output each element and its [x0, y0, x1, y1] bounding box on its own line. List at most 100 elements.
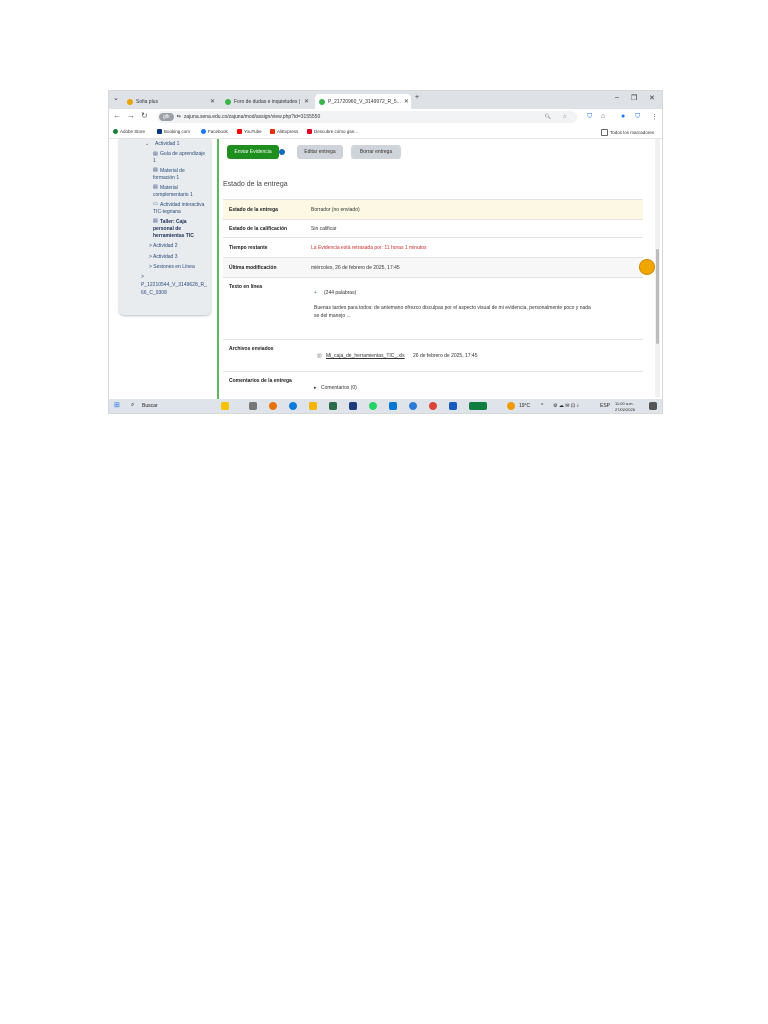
- reload-icon[interactable]: ↻: [141, 111, 148, 120]
- tray-icons[interactable]: ⚙ ☁ ✉ ⊡ ♪: [553, 403, 579, 409]
- sidebar-item-sesiones[interactable]: > Sesiones en Línea: [149, 264, 195, 270]
- sidebar-item-course-chevron[interactable]: >: [141, 274, 144, 280]
- edge-icon[interactable]: [289, 402, 297, 410]
- sidebar-item-guia-2[interactable]: 1: [153, 158, 156, 164]
- task-view-icon[interactable]: [249, 402, 257, 410]
- close-icon[interactable]: ✕: [210, 98, 215, 105]
- profile-chip[interactable]: gfk: [159, 113, 174, 121]
- edit-submission-button[interactable]: Editar entrega: [297, 145, 343, 159]
- sidebar-item-course[interactable]: P_12210544_V_3149628_R_: [141, 282, 207, 288]
- mail-icon[interactable]: [389, 402, 397, 410]
- file-date: 26 de febrero de 2025, 17:45: [413, 353, 478, 359]
- copilot-icon[interactable]: [221, 402, 229, 410]
- sidebar-item-actividad-2[interactable]: > Actividad 2: [149, 243, 178, 249]
- clock-date[interactable]: 27/02/2025: [615, 407, 635, 412]
- tab-sofia-plus[interactable]: Sofia plus ✕: [123, 94, 219, 109]
- sidebar-item-material-2[interactable]: formación 1: [153, 175, 179, 181]
- taskbar-search-label[interactable]: Buscar: [142, 403, 158, 409]
- bookmark-item[interactable]: Adobe Store: [113, 129, 145, 134]
- row-label: Estado de la entrega: [229, 207, 278, 213]
- sidebar-item-actividad-3[interactable]: > Actividad 3: [149, 254, 178, 260]
- app-l-icon[interactable]: [349, 402, 357, 410]
- store-icon[interactable]: [329, 402, 337, 410]
- help-icon[interactable]: [279, 149, 285, 155]
- sidebar-item-complementario[interactable]: Material: [160, 185, 178, 191]
- url-bar[interactable]: gfk ⇆ zajuna.sena.edu.co/zajuna/mod/assi…: [157, 111, 577, 123]
- bookmark-item[interactable]: YouTube: [237, 129, 262, 134]
- app-icon[interactable]: [269, 402, 277, 410]
- new-tab-button[interactable]: +: [415, 94, 419, 101]
- online-text-preview-2: se del manejo ...: [314, 313, 351, 319]
- bookmark-item[interactable]: Booking.com: [157, 129, 190, 134]
- sidebar-item-interactiva-2[interactable]: TIC-tegriana: [153, 209, 181, 215]
- minimize-icon[interactable]: –: [615, 94, 619, 101]
- shield-icon[interactable]: ⛉: [587, 113, 592, 121]
- page-scrollbar[interactable]: [655, 139, 660, 397]
- sidebar-item-taller[interactable]: Taller: Caja: [160, 219, 187, 225]
- windows-start-icon[interactable]: ⊞: [114, 401, 120, 409]
- sidebar-item-complementario-2[interactable]: complementario 1: [153, 192, 193, 198]
- sidebar-item-course-2[interactable]: 66_C_9308: [141, 290, 167, 296]
- back-icon[interactable]: ←: [113, 111, 121, 120]
- file-explorer-icon[interactable]: [309, 402, 317, 410]
- bookmark-item[interactable]: AliExpress: [270, 129, 298, 134]
- tab-search-icon[interactable]: ⌄: [113, 94, 119, 102]
- sidebar-item-guia[interactable]: Guía de aprendizaje: [160, 151, 205, 157]
- chat-bubble-icon[interactable]: [639, 259, 655, 275]
- close-icon[interactable]: ✕: [304, 98, 309, 105]
- tab-assignment[interactable]: P_21720960_V_3149972_R_5... ✕: [315, 94, 411, 109]
- vpn-icon[interactable]: ⛉: [635, 113, 640, 121]
- bookmark-label: Facebook: [208, 129, 228, 134]
- site-info-icon[interactable]: ⇆: [177, 114, 181, 120]
- app-icon[interactable]: [409, 402, 417, 410]
- bookmark-star-icon[interactable]: ☆: [563, 114, 567, 120]
- page-content: Actividad 1 ⌄ ▤ Guía de aprendizaje 1 ▤ …: [109, 139, 662, 399]
- bookmark-item[interactable]: Descubre cómo gan...: [307, 129, 358, 134]
- bookmarks-bar: Adobe Store Booking.com Facebook YouTube…: [109, 126, 662, 139]
- window-close-icon[interactable]: ✕: [649, 94, 655, 102]
- expand-icon[interactable]: +: [314, 290, 317, 296]
- chevron-down-icon[interactable]: ⌄: [145, 141, 149, 147]
- language-indicator[interactable]: ESP: [600, 403, 610, 409]
- zoom-icon[interactable]: 🔍︎: [545, 114, 551, 120]
- tab-foro[interactable]: Foro de dudas e inquietudes | ✕: [221, 94, 313, 109]
- close-icon[interactable]: ✕: [404, 98, 409, 105]
- restore-icon[interactable]: ❐: [631, 94, 637, 102]
- menu-icon[interactable]: ⋮: [651, 113, 658, 121]
- late-warning-text: La Evidencia está retrasada por: 11 hora…: [311, 245, 427, 251]
- bookmark-item[interactable]: Facebook: [201, 129, 228, 134]
- extensions-icon[interactable]: ⌂: [601, 113, 605, 120]
- excel-icon[interactable]: [469, 402, 487, 410]
- clock-time[interactable]: 11:00 a.m.: [615, 401, 634, 406]
- all-bookmarks[interactable]: Todos los marcadores: [601, 129, 654, 136]
- forward-icon[interactable]: →: [127, 111, 135, 120]
- submit-evidence-button[interactable]: Enviar Evidencia: [227, 145, 279, 159]
- submitted-file-link[interactable]: Mi_caja_de_herramientas_TIC_.xls: [326, 353, 405, 359]
- sidebar-item-interactiva[interactable]: Actividad interactiva: [160, 202, 204, 208]
- folder-icon: [601, 129, 608, 136]
- search-icon[interactable]: ⌕: [131, 402, 134, 409]
- tray-chevron-icon[interactable]: ^: [541, 403, 543, 409]
- interactive-icon: ▭: [153, 201, 158, 207]
- notifications-icon[interactable]: [649, 402, 657, 410]
- file-icon: ▥: [317, 353, 322, 359]
- whatsapp-icon[interactable]: [369, 402, 377, 410]
- screenshot-frame: ⌄ Sofia plus ✕ Foro de dudas e inquietud…: [108, 90, 663, 414]
- sidebar-item-taller-2[interactable]: personal de: [153, 226, 181, 232]
- table-row: Estado de la entrega Borrador (no enviad…: [223, 199, 643, 220]
- delete-submission-button[interactable]: Borrar entrega: [351, 145, 401, 159]
- row-label: Comentarios de la entrega: [229, 378, 292, 384]
- sidebar-item-taller-3[interactable]: herramientas TIC: [153, 233, 194, 239]
- sidebar-item-material[interactable]: Material de: [160, 168, 185, 174]
- sidebar-item-actividad-1[interactable]: Actividad 1: [155, 141, 179, 147]
- row-value: miércoles, 26 de febrero de 2025, 17:45: [311, 265, 400, 271]
- comments-link[interactable]: Comentarios (0): [321, 385, 357, 391]
- caret-right-icon[interactable]: ▸: [314, 385, 317, 391]
- scrollbar-thumb[interactable]: [656, 249, 659, 344]
- weather-temp[interactable]: 19°C: [519, 403, 530, 409]
- doc-icon: ▤: [153, 184, 158, 190]
- assign-icon: ▤: [153, 218, 158, 224]
- chrome-icon[interactable]: [429, 402, 437, 410]
- word-icon[interactable]: [449, 402, 457, 410]
- profile-icon[interactable]: ●: [621, 113, 625, 120]
